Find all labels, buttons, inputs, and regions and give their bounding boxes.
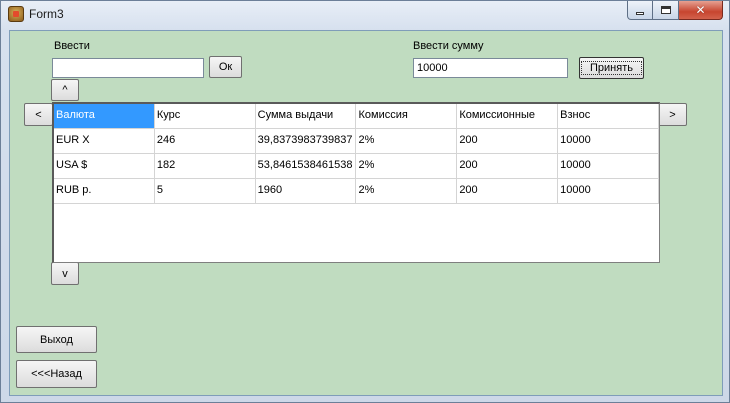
grid-cell[interactable]: EUR Χ [54,129,155,153]
scroll-down-button[interactable]: v [51,262,79,285]
left-arrow-icon: < [35,108,42,121]
currency-grid[interactable]: Валюта Курс Сумма выдачи Комиссия Комисс… [52,102,660,263]
back-button-label: <<<Назад [31,368,82,380]
vvesti-input[interactable] [52,58,204,78]
prinyat-button[interactable]: Принять [579,57,644,79]
grid-cell[interactable]: 39,8373983739837 [256,129,357,153]
grid-cell[interactable]: 2% [356,129,458,153]
back-button[interactable]: <<<Назад [16,360,97,388]
grid-cell[interactable]: 2% [356,154,458,178]
scroll-up-button[interactable]: ^ [51,79,79,101]
grid-cell[interactable]: 200 [457,129,559,153]
close-icon: ✕ [695,3,706,17]
title-bar[interactable]: Form3 ✕ [1,1,729,29]
grid-cell[interactable]: 1960 [256,179,357,203]
exit-button[interactable]: Выход [16,326,97,353]
header-summa-vydachi[interactable]: Сумма выдачи [256,104,357,128]
app-icon [8,6,24,22]
table-row: USA $ 182 53,8461538461538 2% 200 10000 [54,154,659,179]
vvesti-label: Ввести [54,40,90,52]
grid-cell[interactable]: 10000 [558,154,659,178]
summa-label: Ввести сумму [413,40,484,52]
minimize-button[interactable] [627,1,653,20]
window-title: Form3 [29,7,64,21]
table-row: EUR Χ 246 39,8373983739837 2% 200 10000 [54,129,659,154]
summa-input[interactable]: 10000 [413,58,568,78]
form3-window: Form3 ✕ Ввести Ок Ввести сумму 10000 При… [0,0,730,403]
grid-cell[interactable]: 2% [356,179,458,203]
grid-cell[interactable]: 10000 [558,129,659,153]
header-komissionnye[interactable]: Комиссионные [457,104,559,128]
header-kurs[interactable]: Курс [155,104,256,128]
minimize-icon [636,11,644,15]
grid-cell[interactable]: USA $ [54,154,155,178]
grid-cell[interactable]: 246 [155,129,256,153]
header-vznos[interactable]: Взнос [558,104,659,128]
prinyat-button-label: Принять [581,61,642,75]
grid-cell[interactable]: 10000 [558,179,659,203]
grid-header-row: Валюта Курс Сумма выдачи Комиссия Комисс… [54,104,659,129]
grid-cell[interactable]: 200 [457,154,559,178]
window-controls: ✕ [627,1,723,20]
scroll-left-button[interactable]: < [24,103,53,126]
ok-button[interactable]: Ок [209,56,242,78]
table-row: RUB р. 5 1960 2% 200 10000 [54,179,659,204]
grid-cell[interactable]: 53,8461538461538 [256,154,357,178]
scroll-right-button[interactable]: > [658,103,687,126]
grid-cell[interactable]: 200 [457,179,559,203]
form-client-area: Ввести Ок Ввести сумму 10000 Принять ^ v… [9,30,723,396]
header-valyuta[interactable]: Валюта [54,104,155,128]
close-button[interactable]: ✕ [679,1,723,20]
maximize-icon [660,6,671,14]
ok-button-label: Ок [218,61,233,73]
exit-button-label: Выход [40,333,73,346]
grid-cell[interactable]: 5 [155,179,256,203]
header-komissiya[interactable]: Комиссия [356,104,458,128]
maximize-button[interactable] [653,1,679,20]
right-arrow-icon: > [669,108,676,121]
up-arrow-icon: ^ [62,84,68,96]
grid-cell[interactable]: RUB р. [54,179,155,203]
down-arrow-icon: v [62,267,68,280]
grid-cell[interactable]: 182 [155,154,256,178]
